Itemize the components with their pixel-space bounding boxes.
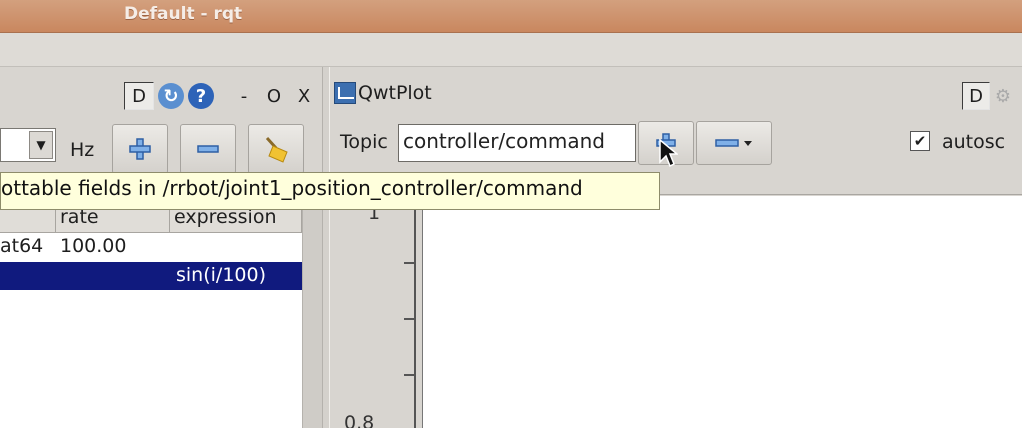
cell-type: at64 [0, 235, 44, 257]
y-axis [414, 196, 416, 428]
cell-expression: sin(i/100) [176, 264, 266, 286]
tooltip-text: ottable fields in /rrbot/joint1_position… [1, 176, 583, 200]
topic-input-value: controller/command [403, 129, 605, 153]
plot-dock-toggle-button[interactable]: D [962, 82, 990, 110]
publisher-table: at64 100.00 sin(i/100) [0, 233, 302, 428]
autoscroll-label: autosc [942, 131, 1006, 153]
tooltip: ottable fields in /rrbot/joint1_position… [0, 172, 660, 210]
autoscroll-checkbox[interactable]: ✔ [910, 131, 930, 151]
window-title: Default - rqt [124, 4, 243, 24]
toolbar-strip [0, 33, 1022, 67]
rate-combobox[interactable]: ▼ [0, 128, 56, 162]
minus-icon [197, 145, 219, 153]
plot-panel-title: QwtPlot [334, 82, 432, 104]
mouse-cursor-icon [659, 138, 678, 168]
reload-button[interactable]: ↻ [156, 82, 186, 110]
plot-settings-button[interactable]: ⚙ [990, 82, 1016, 110]
chevron-down-icon[interactable]: ▼ [29, 131, 53, 159]
remove-topic-dropdown-button[interactable] [696, 121, 772, 165]
y-tick-label: 0.8 [344, 412, 375, 428]
table-row[interactable]: at64 100.00 [0, 233, 302, 261]
clear-button[interactable] [248, 124, 304, 174]
close-button[interactable]: X [294, 82, 314, 110]
help-button[interactable]: ? [186, 82, 216, 110]
rate-unit-label: Hz [70, 139, 95, 161]
dock-toggle-label: D [132, 85, 146, 107]
chart-icon [334, 82, 356, 104]
restore-label: O [266, 85, 282, 107]
plus-icon [129, 138, 151, 160]
plot-panel-title-text: QwtPlot [358, 82, 432, 104]
dock-toggle-button[interactable]: D [124, 82, 154, 110]
dock-splitter[interactable] [322, 67, 330, 428]
reload-icon: ↻ [158, 83, 184, 109]
minus-dropdown-icon [715, 139, 752, 147]
help-icon: ? [188, 83, 214, 109]
restore-button[interactable]: O [264, 82, 284, 110]
add-publisher-button[interactable] [112, 124, 168, 174]
remove-publisher-button[interactable] [180, 124, 236, 174]
window-titlebar[interactable]: Default - rqt [0, 0, 1022, 33]
table-scrollbar[interactable] [302, 204, 322, 428]
minimize-button[interactable]: - [236, 82, 252, 110]
close-label: X [297, 85, 311, 107]
broom-icon [265, 136, 288, 163]
plot-canvas[interactable] [422, 196, 1022, 428]
y-axis-tick [404, 262, 414, 264]
cell-rate: 100.00 [60, 235, 127, 257]
y-axis-tick [404, 318, 414, 320]
gear-icon: ⚙ [994, 85, 1012, 107]
plot-dock-toggle-label: D [969, 85, 983, 107]
minimize-label: - [240, 85, 248, 107]
y-axis-tick [404, 374, 414, 376]
table-row-selected[interactable]: sin(i/100) [0, 262, 302, 290]
topic-label: Topic [340, 131, 388, 153]
topic-input[interactable]: controller/command [398, 124, 636, 162]
